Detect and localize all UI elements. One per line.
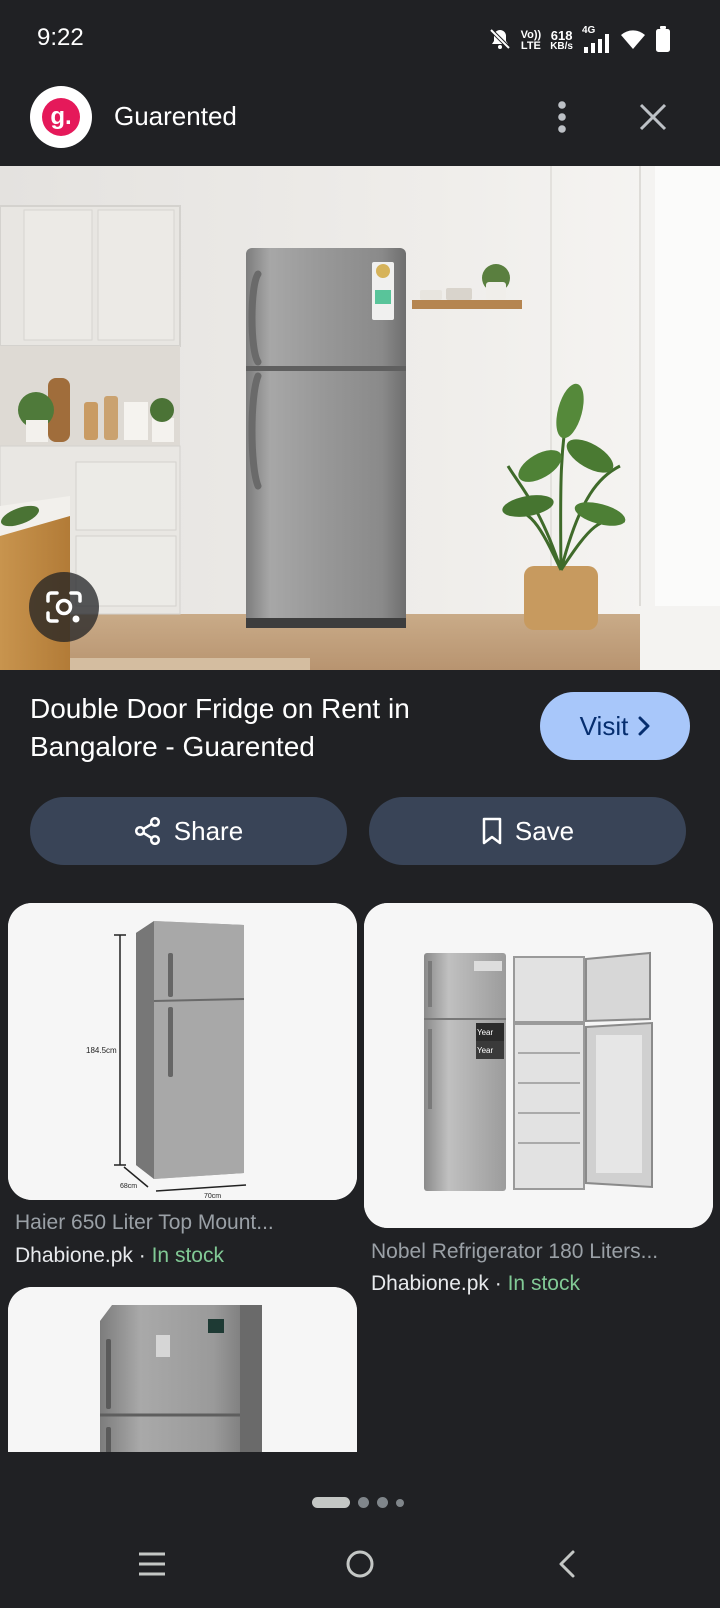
result-title[interactable]: Nobel Refrigerator 180 Liters... bbox=[371, 1240, 711, 1264]
result-meta[interactable]: Dhabione.pk · In stock bbox=[371, 1272, 580, 1296]
volte-indicator: Vo)) LTE bbox=[520, 29, 542, 52]
stock-status: In stock bbox=[507, 1272, 580, 1295]
google-lens-button[interactable] bbox=[29, 572, 99, 642]
hero-image[interactable] bbox=[0, 166, 720, 670]
stock-status: In stock bbox=[151, 1244, 224, 1267]
home-button[interactable] bbox=[325, 1534, 395, 1594]
network-speed: 618 KB/s bbox=[550, 28, 573, 52]
bookmark-icon bbox=[482, 817, 502, 845]
result-source: Dhabione.pk bbox=[15, 1244, 133, 1267]
save-button[interactable]: Save bbox=[369, 797, 686, 865]
page-indicator bbox=[312, 1497, 404, 1508]
back-icon bbox=[559, 1550, 575, 1578]
meta-separator: · bbox=[132, 1244, 152, 1267]
visit-label: Visit bbox=[579, 710, 629, 741]
status-bar: 9:22 Vo)) LTE 618 KB/s 4G bbox=[0, 0, 720, 80]
share-icon bbox=[134, 817, 160, 845]
share-label: Share bbox=[173, 815, 244, 846]
more-vert-icon bbox=[558, 101, 566, 133]
result-title[interactable]: Haier 650 Liter Top Mount... bbox=[15, 1211, 355, 1235]
chevron-right-icon bbox=[638, 716, 650, 736]
visit-button[interactable]: Visit bbox=[540, 692, 690, 760]
page-dot-active[interactable] bbox=[312, 1497, 350, 1508]
mute-icon bbox=[488, 27, 512, 56]
battery-icon bbox=[656, 25, 670, 57]
screen: 9:22 Vo)) LTE 618 KB/s 4G g. Guarented D… bbox=[0, 0, 720, 1608]
related-result-image[interactable]: 184.5cm 68cm 70cm bbox=[8, 903, 357, 1200]
more-options-button[interactable] bbox=[540, 92, 584, 142]
wifi-icon bbox=[619, 27, 647, 56]
dimension-width-label: 70cm bbox=[204, 1193, 221, 1200]
site-name: Guarented bbox=[114, 101, 237, 131]
site-logo[interactable]: g. bbox=[30, 86, 92, 148]
site-logo-letter: g. bbox=[42, 98, 80, 136]
site-header: g. Guarented bbox=[0, 80, 720, 166]
badge-bottom: Year bbox=[477, 1046, 494, 1055]
page-dot[interactable] bbox=[396, 1498, 404, 1507]
dimension-height-label: 184.5cm bbox=[86, 1046, 117, 1055]
signal-icon: 4G bbox=[582, 25, 610, 55]
nobel-fridge-image: Year Year bbox=[364, 903, 713, 1228]
result-meta[interactable]: Dhabione.pk · In stock bbox=[15, 1244, 224, 1268]
badge-top: Year bbox=[477, 1028, 494, 1037]
dimension-depth-label: 68cm bbox=[120, 1183, 137, 1190]
share-button[interactable]: Share bbox=[30, 797, 347, 865]
status-time: 9:22 bbox=[37, 24, 84, 51]
related-result-image[interactable]: Year Year bbox=[364, 903, 713, 1228]
back-button[interactable] bbox=[532, 1534, 602, 1594]
result-page-title[interactable]: Double Door Fridge on Rent in Bangalore … bbox=[30, 690, 500, 766]
home-icon bbox=[346, 1550, 374, 1578]
close-icon bbox=[639, 103, 667, 131]
google-lens-icon bbox=[46, 591, 82, 623]
close-button[interactable] bbox=[628, 92, 678, 142]
result-source: Dhabione.pk bbox=[371, 1272, 489, 1295]
haier-fridge-image: 184.5cm 68cm 70cm bbox=[8, 903, 357, 1200]
save-label: Save bbox=[514, 815, 575, 846]
recents-icon bbox=[139, 1552, 165, 1576]
status-icons: Vo)) LTE 618 KB/s 4G bbox=[488, 25, 670, 57]
fridge-kitchen-image bbox=[0, 166, 720, 670]
recents-button[interactable] bbox=[117, 1534, 187, 1594]
meta-separator: · bbox=[488, 1272, 508, 1295]
page-dot[interactable] bbox=[377, 1497, 388, 1508]
page-dot[interactable] bbox=[358, 1497, 369, 1508]
system-nav-bar bbox=[0, 1530, 720, 1608]
